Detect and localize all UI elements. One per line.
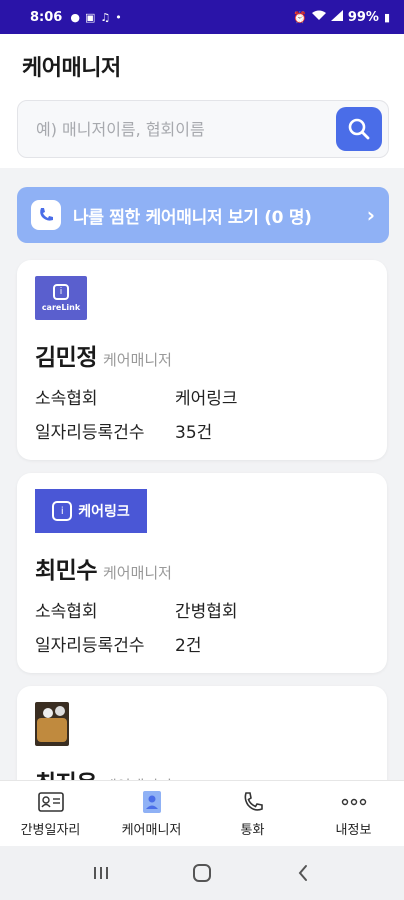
home-icon — [192, 864, 211, 882]
manager-name: 김민정 — [35, 345, 97, 371]
nav-label: 통화 — [240, 823, 265, 838]
nav-tab-call[interactable]: 통화 — [202, 781, 303, 846]
info-row-job-count: 일자리등록건수 35건 — [35, 418, 212, 443]
phone-icon — [31, 200, 61, 230]
app-header: 케어매니저 — [0, 34, 404, 94]
carelink-logo-icon: i — [52, 501, 73, 521]
search-button[interactable] — [336, 107, 382, 151]
nav-label: 케어매니저 — [121, 823, 182, 838]
field-value: 케어링크 — [175, 389, 238, 409]
battery-level: 99% — [347, 9, 379, 25]
info-row-association: 소속협회 케어링크 — [35, 384, 238, 409]
alarm-icon: ⏰ — [293, 10, 307, 24]
logo-text: 케어링크 — [78, 504, 130, 520]
status-notification-icons: ● ▣ ♫ • — [70, 11, 121, 24]
status-system-icons: ⏰ 99% ▮ — [293, 10, 390, 25]
field-label: 소속협회 — [35, 602, 98, 622]
wifi-icon — [311, 10, 326, 24]
info-row-association: 소속협회 간병협회 — [35, 597, 238, 622]
battery-icon: ▮ — [383, 10, 390, 24]
nav-tab-my-info[interactable]: 내정보 — [303, 781, 404, 846]
system-nav-bar — [0, 846, 404, 900]
manager-role: 케어매니저 — [102, 564, 172, 582]
info-row-job-count: 일자리등록건수 2건 — [35, 631, 201, 656]
status-bar: 8:06 ● ▣ ♫ • ⏰ 99% ▮ — [0, 0, 404, 34]
manager-name: 최민수 — [35, 558, 97, 584]
manager-name-row: 최민수 케어매니저 — [35, 551, 172, 585]
profile-photo — [35, 702, 69, 746]
zzim-label: 나를 찜한 케어매니저 보기 (0 명) — [73, 207, 312, 228]
manager-name: 최지은 — [35, 764, 97, 780]
manager-name-row: 최지은 케어매니저 — [35, 764, 172, 780]
association-logo: i careLink — [35, 276, 87, 320]
manager-card[interactable]: i careLink 김민정 케어매니저 소속협회 케어링크 일자리등록건수 3… — [17, 260, 387, 460]
care-manager-list: 나를 찜한 케어매니저 보기 (0 명) › i careLink 김민정 케어… — [0, 168, 404, 780]
search-section — [0, 94, 404, 168]
zzim-managers-button[interactable]: 나를 찜한 케어매니저 보기 (0 명) › — [17, 187, 389, 243]
bottom-nav: 간병일자리 케어매니저 통화 내정보 — [0, 780, 404, 846]
carelink-logo-icon: i — [53, 284, 69, 300]
manager-card[interactable]: 최지은 케어매니저 — [17, 686, 387, 780]
music-icon: ♫ — [100, 10, 111, 24]
signal-icon — [330, 10, 343, 24]
nav-tab-jobs[interactable]: 간병일자리 — [0, 781, 101, 846]
association-logo: i 케어링크 — [35, 489, 147, 533]
manager-card[interactable]: i 케어링크 최민수 케어매니저 소속협회 간병협회 일자리등록건수 2건 — [17, 473, 387, 673]
dot-icon: • — [115, 10, 122, 24]
back-icon — [298, 865, 308, 881]
search-input[interactable] — [36, 117, 336, 141]
field-label: 소속협회 — [35, 389, 98, 409]
phone-icon — [241, 789, 265, 815]
home-button[interactable] — [182, 858, 222, 888]
back-button[interactable] — [283, 858, 323, 888]
field-value: 2건 — [175, 636, 202, 656]
person-badge-icon — [141, 789, 163, 815]
nav-label: 내정보 — [335, 823, 372, 838]
field-value: 간병협회 — [175, 602, 238, 622]
manager-role: 케어매니저 — [102, 351, 172, 369]
nav-tab-care-manager[interactable]: 케어매니저 — [101, 781, 202, 846]
id-card-icon — [37, 789, 65, 815]
recent-apps-icon — [93, 867, 108, 879]
search-box — [17, 100, 389, 158]
field-label: 일자리등록건수 — [35, 423, 145, 443]
search-icon — [348, 118, 370, 140]
manager-name-row: 김민정 케어매니저 — [35, 338, 172, 372]
field-value: 35건 — [175, 423, 213, 443]
recent-apps-button[interactable] — [81, 858, 121, 888]
status-time: 8:06 — [30, 9, 63, 25]
page-title: 케어매니저 — [22, 56, 121, 81]
logo-text: careLink — [41, 303, 81, 312]
chevron-right-icon: › — [366, 203, 375, 227]
more-dots-icon — [341, 789, 367, 815]
chat-icon: ● — [70, 10, 80, 24]
field-label: 일자리등록건수 — [35, 636, 145, 656]
nav-label: 간병일자리 — [20, 823, 81, 838]
gallery-icon: ▣ — [84, 10, 96, 24]
